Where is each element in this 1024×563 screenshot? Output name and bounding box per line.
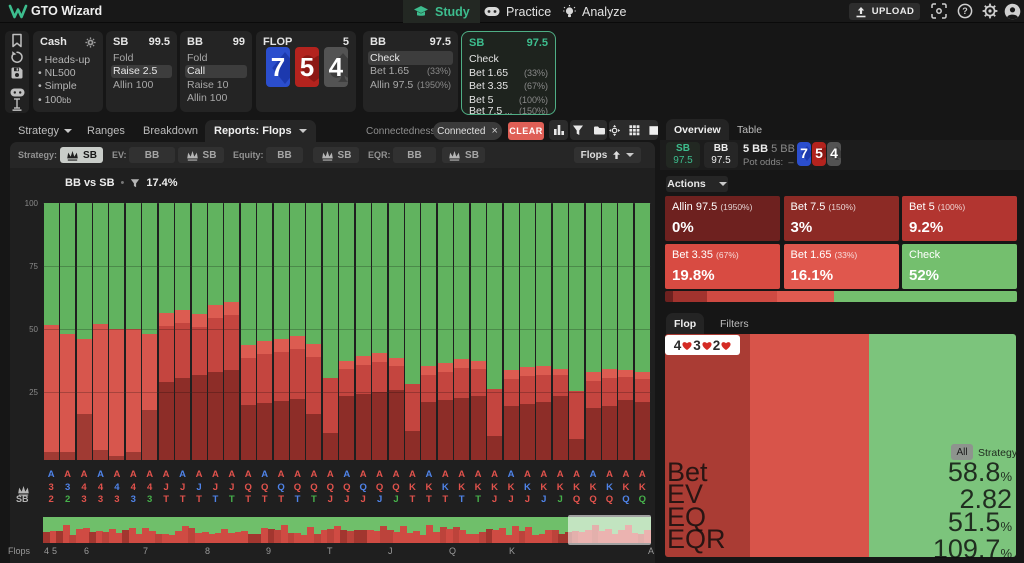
svg-text:?: ? [962, 6, 968, 16]
